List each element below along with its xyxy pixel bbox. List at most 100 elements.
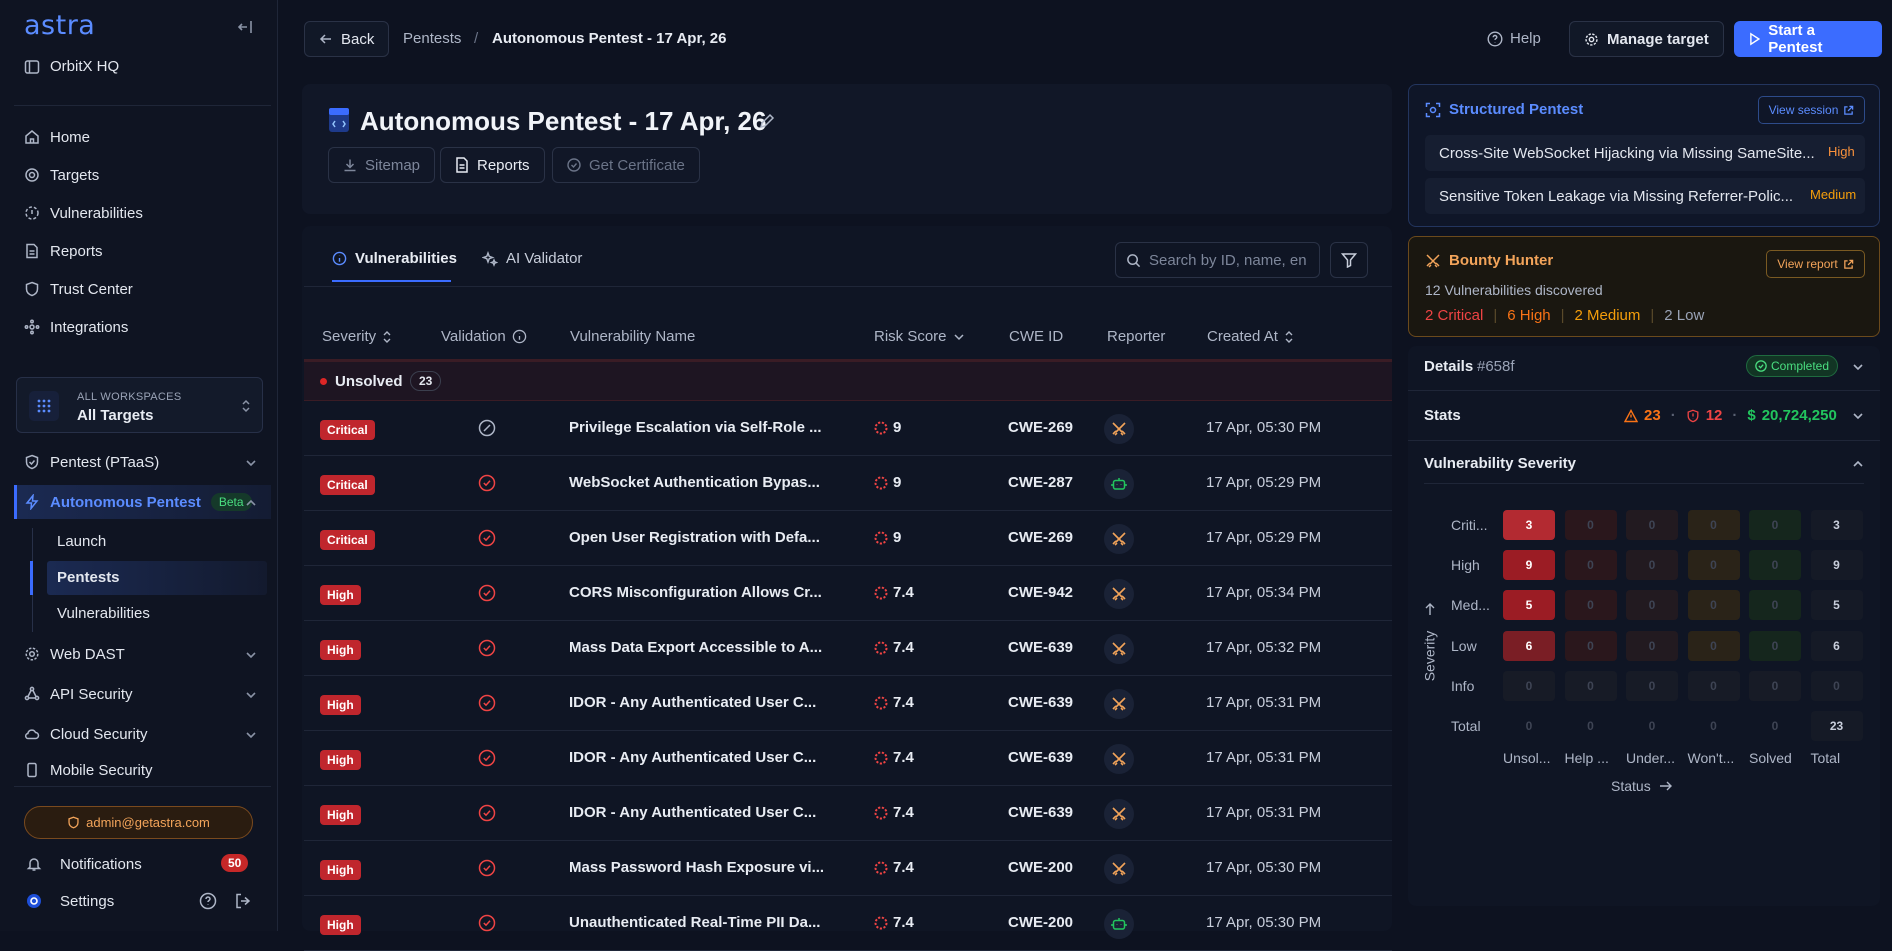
- cwe-id[interactable]: CWE-942: [1008, 584, 1073, 601]
- vulnerability-name[interactable]: Open User Registration with Defa...: [569, 529, 820, 546]
- nav-home[interactable]: Home: [24, 125, 90, 149]
- subnav-vulnerabilities[interactable]: Vulnerabilities: [57, 605, 150, 622]
- chevron-down-icon[interactable]: [245, 457, 257, 469]
- heatmap-cell[interactable]: 0: [1687, 670, 1740, 701]
- col-risk-score[interactable]: Risk Score: [874, 328, 965, 345]
- table-row[interactable]: High CORS Misconfiguration Allows Cr... 7.…: [304, 566, 1392, 621]
- get-certificate-button[interactable]: Get Certificate: [552, 147, 700, 183]
- vulnerability-name[interactable]: Mass Data Export Accessible to A...: [569, 639, 822, 656]
- col-created[interactable]: Created At: [1207, 328, 1294, 345]
- nav-targets[interactable]: Targets: [24, 163, 99, 187]
- nav-integrations[interactable]: Integrations: [24, 315, 128, 339]
- help-circle-icon[interactable]: [199, 892, 217, 910]
- cwe-id[interactable]: CWE-200: [1008, 914, 1073, 931]
- nav-reports[interactable]: Reports: [24, 239, 103, 263]
- cwe-id[interactable]: CWE-639: [1008, 804, 1073, 821]
- heatmap-cell[interactable]: 0: [1626, 711, 1678, 741]
- heatmap-cell[interactable]: 9: [1503, 550, 1555, 581]
- group-unsolved[interactable]: Unsolved 23: [304, 361, 1392, 401]
- table-row[interactable]: High IDOR - Any Authenticated User C... 7.…: [304, 731, 1392, 786]
- logout-icon[interactable]: [234, 892, 252, 910]
- nav-pentest-ptaas[interactable]: Pentest (PTaaS): [24, 450, 159, 474]
- cwe-id[interactable]: CWE-639: [1008, 639, 1073, 656]
- back-button[interactable]: Back: [304, 21, 390, 57]
- view-report-button[interactable]: View report: [1766, 250, 1865, 278]
- nav-web-dast[interactable]: Web DAST: [24, 642, 125, 666]
- heatmap-cell[interactable]: 0: [1564, 670, 1617, 701]
- heatmap-cell[interactable]: 0: [1749, 590, 1801, 621]
- heatmap-cell[interactable]: 0: [1626, 510, 1678, 540]
- edit-pencil-icon[interactable]: [758, 112, 776, 130]
- heatmap-cell[interactable]: 0: [1503, 670, 1555, 701]
- table-row[interactable]: High Unauthenticated Real-Time PII Da... 7…: [304, 896, 1392, 951]
- heatmap-cell[interactable]: 6: [1810, 630, 1863, 661]
- cwe-id[interactable]: CWE-639: [1008, 694, 1073, 711]
- heatmap-cell[interactable]: 0: [1564, 590, 1617, 621]
- heatmap-cell[interactable]: 0: [1564, 550, 1617, 581]
- heatmap-cell[interactable]: 0: [1749, 550, 1801, 581]
- chevron-down-icon[interactable]: [245, 729, 257, 741]
- nav-api-security[interactable]: API Security: [24, 682, 133, 706]
- heatmap-cell[interactable]: 23: [1810, 711, 1863, 741]
- user-email-pill[interactable]: admin@getastra.com: [24, 806, 253, 839]
- vulnerability-name[interactable]: Privilege Escalation via Self-Role ...: [569, 419, 822, 436]
- vulnerability-name[interactable]: CORS Misconfiguration Allows Cr...: [569, 584, 822, 601]
- heatmap-cell[interactable]: 5: [1503, 590, 1555, 621]
- breadcrumb-parent[interactable]: Pentests: [403, 30, 461, 47]
- table-row[interactable]: Critical Privilege Escalation via Self-Ro…: [304, 401, 1392, 456]
- heatmap-cell[interactable]: 0: [1749, 630, 1801, 661]
- subnav-launch[interactable]: Launch: [57, 533, 106, 550]
- structured-item[interactable]: Sensitive Token Leakage via Missing Refe…: [1425, 178, 1865, 214]
- heatmap-cell[interactable]: 0: [1749, 510, 1801, 540]
- vulnerability-name[interactable]: IDOR - Any Authenticated User C...: [569, 694, 816, 711]
- start-pentest-button[interactable]: Start a Pentest: [1734, 21, 1882, 57]
- heatmap-cell[interactable]: 0: [1565, 711, 1617, 741]
- structured-item[interactable]: Cross-Site WebSocket Hijacking via Missi…: [1425, 135, 1865, 171]
- table-row[interactable]: Critical Open User Registration with Defa…: [304, 511, 1392, 566]
- cwe-id[interactable]: CWE-639: [1008, 749, 1073, 766]
- heatmap-cell[interactable]: 0: [1687, 590, 1740, 621]
- cwe-id[interactable]: CWE-269: [1008, 419, 1073, 436]
- nav-autonomous-pentest[interactable]: Autonomous Pentest Beta: [24, 490, 252, 514]
- heatmap-cell[interactable]: 0: [1626, 670, 1678, 701]
- details-row[interactable]: Details #658f Completed: [1424, 355, 1864, 377]
- heatmap-cell[interactable]: 3: [1503, 510, 1555, 540]
- nav-trust-center[interactable]: Trust Center: [24, 277, 133, 301]
- vulnerability-name[interactable]: Unauthenticated Real-Time PII Da...: [569, 914, 820, 931]
- nav-mobile-security[interactable]: Mobile Security: [24, 758, 153, 780]
- table-row[interactable]: Critical WebSocket Authentication Bypas..…: [304, 456, 1392, 511]
- astra-logo[interactable]: astra: [24, 10, 95, 41]
- heatmap-cell[interactable]: 0: [1626, 630, 1678, 661]
- sitemap-button[interactable]: Sitemap: [328, 147, 436, 183]
- heatmap-cell[interactable]: 9: [1810, 550, 1863, 581]
- heatmap-cell[interactable]: 0: [1503, 711, 1555, 741]
- stats-row[interactable]: Stats 23 · 12 · $ 20,724,250: [1424, 407, 1864, 425]
- subnav-pentests[interactable]: Pentests: [57, 569, 120, 586]
- heatmap-cell[interactable]: 0: [1626, 550, 1678, 581]
- heatmap-cell[interactable]: 0: [1564, 630, 1617, 661]
- table-row[interactable]: High IDOR - Any Authenticated User C... 7.…: [304, 676, 1392, 731]
- nav-cloud-security[interactable]: Cloud Security: [24, 722, 148, 746]
- heatmap-cell[interactable]: 0: [1749, 711, 1801, 741]
- cwe-id[interactable]: CWE-200: [1008, 859, 1073, 876]
- nav-notifications[interactable]: Notifications: [26, 852, 142, 876]
- view-session-button[interactable]: View session: [1758, 96, 1865, 124]
- tab-ai-validator[interactable]: AI Validator: [482, 250, 582, 267]
- workspace-switcher[interactable]: ALL WORKSPACES All Targets: [16, 377, 263, 433]
- col-severity[interactable]: Severity: [322, 328, 392, 345]
- chevron-down-icon[interactable]: [245, 649, 257, 661]
- heatmap-cell[interactable]: 0: [1687, 630, 1740, 661]
- manage-target-button[interactable]: Manage target: [1569, 21, 1724, 57]
- vulnerability-name[interactable]: WebSocket Authentication Bypas...: [569, 474, 820, 491]
- cwe-id[interactable]: CWE-287: [1008, 474, 1073, 491]
- search-input[interactable]: Search by ID, name, en: [1115, 242, 1320, 278]
- table-row[interactable]: High Mass Data Export Accessible to A... 7…: [304, 621, 1392, 676]
- collapse-sidebar-icon[interactable]: [236, 18, 254, 36]
- heatmap-cell[interactable]: 0: [1749, 670, 1801, 701]
- workspace-selector[interactable]: OrbitX HQ: [24, 58, 119, 75]
- vulnerability-name[interactable]: IDOR - Any Authenticated User C...: [569, 749, 816, 766]
- chevron-down-icon[interactable]: [245, 689, 257, 701]
- heatmap-cell[interactable]: 0: [1688, 711, 1740, 741]
- chevron-up-icon[interactable]: [245, 497, 257, 509]
- nav-settings[interactable]: Settings: [26, 889, 114, 913]
